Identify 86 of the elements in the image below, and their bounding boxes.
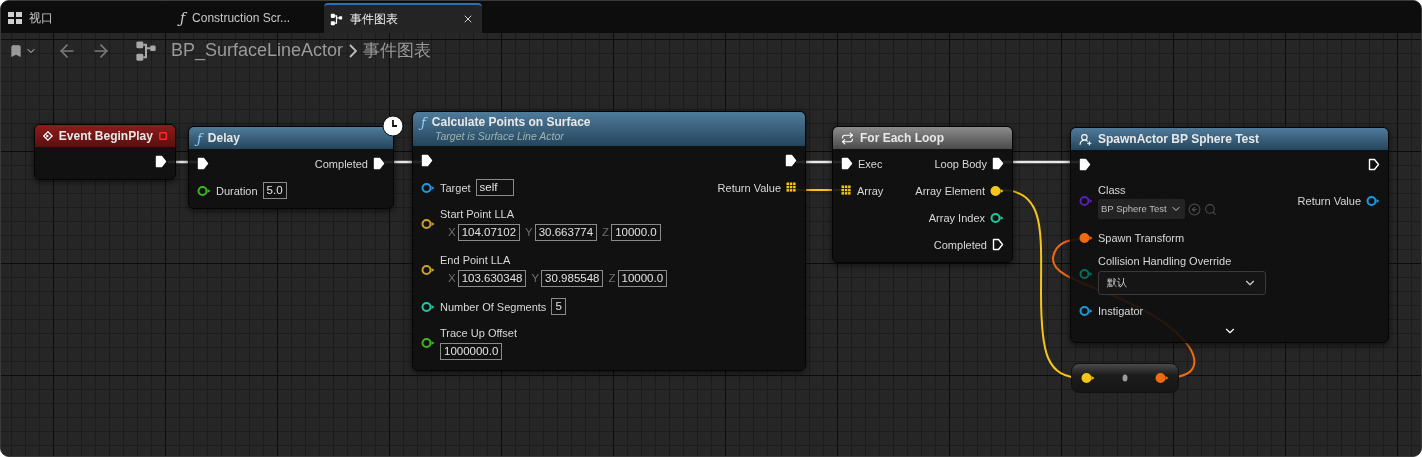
loop-icon	[841, 131, 854, 145]
pin-label: Return Value	[717, 180, 781, 195]
grid-icon	[8, 12, 22, 24]
enum-dropdown[interactable]: 默认	[1098, 270, 1266, 295]
value-field[interactable]: 5.0	[262, 182, 287, 199]
exec-pin-icon[interactable]	[373, 157, 385, 170]
exec-pin-icon[interactable]	[1079, 158, 1091, 171]
axis-label: X	[448, 271, 456, 286]
bookmark-icon[interactable]	[9, 43, 23, 58]
data-pin-icon[interactable]	[421, 337, 435, 349]
pin-label: Start Point LLA	[440, 207, 514, 221]
pin-label: Array	[857, 183, 884, 198]
exec-pin-icon[interactable]	[785, 154, 797, 167]
exec-pin-icon[interactable]	[155, 155, 167, 168]
data-pin-icon[interactable]	[421, 218, 435, 230]
tab[interactable]: 事件图表	[324, 3, 482, 33]
axis-label: X	[448, 225, 456, 240]
data-pin-icon[interactable]	[421, 181, 435, 194]
tab-label: 视口	[29, 10, 53, 27]
breadcrumb-graph[interactable]: 事件图表	[363, 37, 432, 64]
close-icon[interactable]	[462, 13, 474, 25]
data-pin-icon[interactable]	[990, 184, 1004, 197]
node-title: Event BeginPlay	[58, 128, 153, 144]
data-pin-icon[interactable]	[1366, 195, 1380, 207]
value-field[interactable]: 30.985548	[541, 270, 604, 287]
node-subtitle: Target is Surface Line Actor	[434, 130, 565, 143]
pin-label: Collision Handling Override	[1098, 253, 1232, 268]
exec-pin-icon[interactable]	[1368, 158, 1380, 171]
tab-label: Construction Scr...	[192, 10, 291, 27]
node-title: Calculate Points on Surface	[431, 115, 591, 130]
data-pin-icon[interactable]	[1081, 372, 1095, 384]
pin-label: Instigator	[1098, 303, 1144, 318]
array-pin-icon[interactable]	[786, 182, 797, 193]
data-pin-icon[interactable]	[990, 211, 1004, 224]
exec-pin-icon[interactable]	[421, 154, 433, 167]
pin-label: Loop Body	[934, 156, 987, 171]
class-dropdown[interactable]: BP Sphere Test	[1098, 199, 1185, 219]
delegate-pin-icon[interactable]	[158, 131, 167, 141]
exec-pin-icon[interactable]	[197, 157, 209, 170]
graph-icon	[330, 12, 343, 26]
pin-label: Class	[1098, 183, 1126, 197]
array-pin-icon[interactable]	[841, 185, 852, 196]
pin-label: Completed	[314, 156, 368, 171]
graph-icon	[135, 39, 157, 62]
value-field[interactable]: 103.630348	[457, 270, 527, 287]
pin-label: Trace Up Offset	[440, 326, 518, 340]
node-title: SpawnActor BP Sphere Test	[1098, 131, 1259, 147]
pin-label: Array Element	[915, 183, 985, 198]
data-pin-icon[interactable]	[197, 184, 211, 197]
pin-label: Array Index	[928, 210, 985, 225]
node-title: For Each Loop	[860, 130, 944, 146]
value-field[interactable]: 5	[551, 298, 566, 315]
value-field[interactable]: 10000.0	[617, 270, 668, 287]
function-glyph: ƒ	[179, 8, 186, 28]
axis-label: Y	[525, 225, 533, 240]
axis-label: Z	[602, 225, 610, 240]
value-field[interactable]: 30.663774	[534, 224, 598, 241]
pin-label: Spawn Transform	[1098, 230, 1185, 245]
exec-pin-icon[interactable]	[992, 157, 1004, 170]
exec-pin-icon[interactable]	[841, 157, 853, 170]
pin-label: Exec	[858, 156, 883, 171]
pin-label: Completed	[933, 237, 987, 252]
data-pin-icon[interactable]	[421, 300, 435, 313]
dot-icon	[1122, 374, 1128, 382]
pin-label: End Point LLA	[440, 253, 511, 267]
event-diamond-icon	[43, 130, 53, 142]
pin-label: Number Of Segments	[440, 299, 547, 314]
value-field[interactable]: 104.07102	[457, 224, 521, 241]
person-plus-icon	[1079, 132, 1092, 146]
value-field[interactable]: 1000000.0	[440, 343, 503, 360]
data-pin-icon[interactable]	[1079, 231, 1093, 244]
breadcrumb-asset[interactable]: BP_SurfaceLineActor	[171, 37, 344, 64]
exec-pin-icon[interactable]	[992, 238, 1004, 251]
pin-label: Target	[440, 180, 471, 195]
value-field[interactable]: self	[475, 179, 515, 196]
breadcrumb-separator-icon	[349, 43, 358, 58]
pin-label: Return Value	[1297, 194, 1361, 208]
tab-label: 事件图表	[350, 11, 398, 28]
data-pin-icon[interactable]	[1079, 304, 1093, 317]
node-title: Delay	[207, 130, 240, 146]
axis-label: Z	[608, 271, 616, 286]
data-pin-icon[interactable]	[421, 264, 435, 276]
axis-label: Y	[531, 271, 540, 286]
value-field[interactable]: 10000.0	[611, 224, 661, 241]
data-pin-icon[interactable]	[1155, 372, 1169, 384]
pin-label: Duration	[216, 183, 258, 198]
